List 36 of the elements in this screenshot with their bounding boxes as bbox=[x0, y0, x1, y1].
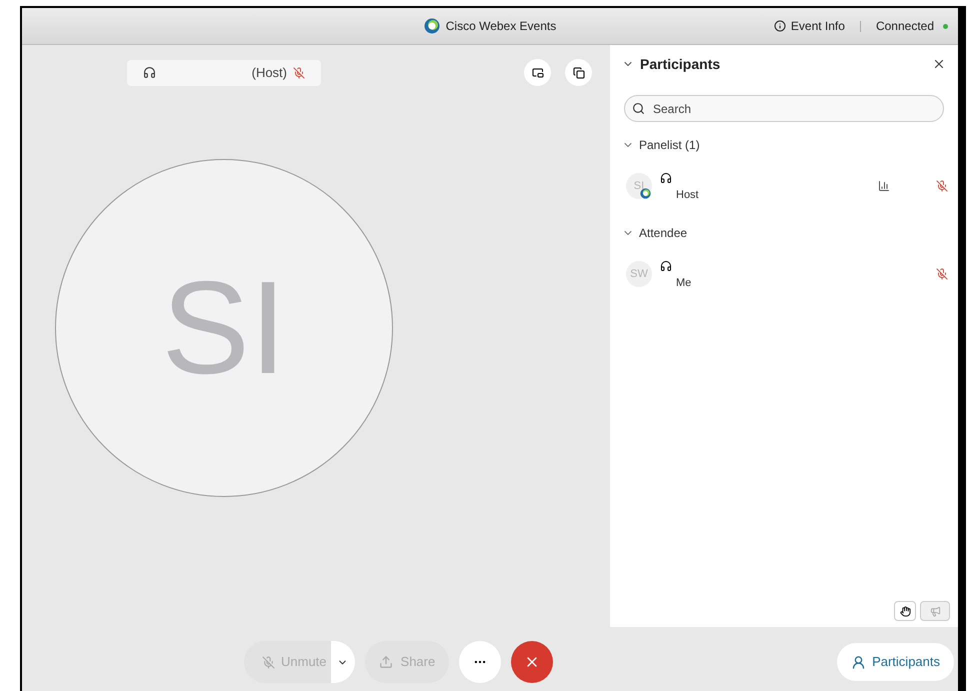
layout-button[interactable] bbox=[565, 59, 592, 86]
avatar: SI bbox=[55, 159, 393, 497]
speaker-role: (Host) bbox=[252, 64, 287, 82]
headset-icon bbox=[660, 260, 672, 272]
muted-mic-icon[interactable] bbox=[936, 268, 948, 280]
close-icon[interactable] bbox=[932, 57, 946, 71]
headset-icon bbox=[143, 66, 156, 79]
search-icon bbox=[632, 102, 645, 115]
leave-button[interactable] bbox=[511, 641, 554, 683]
headset-icon bbox=[660, 172, 672, 184]
overlapping-squares-icon bbox=[572, 66, 584, 78]
upload-icon bbox=[378, 655, 393, 669]
muted-mic-icon[interactable] bbox=[936, 180, 948, 192]
group-label: Attendee bbox=[639, 225, 688, 242]
participants-button[interactable]: Participants bbox=[837, 643, 954, 681]
participant-role: Host bbox=[676, 188, 699, 203]
megaphone-icon bbox=[930, 606, 940, 616]
info-icon bbox=[774, 20, 786, 32]
connection-status: Connected bbox=[876, 18, 934, 35]
webex-logo-icon bbox=[424, 18, 440, 34]
group-header[interactable]: Attendee bbox=[610, 216, 958, 250]
event-info-button[interactable]: Event Info bbox=[774, 17, 845, 35]
person-icon bbox=[851, 654, 866, 670]
presenter-badge-icon bbox=[640, 188, 651, 199]
participant-role: Me bbox=[676, 276, 692, 291]
panel-title: Participants bbox=[640, 54, 720, 74]
hand-icon bbox=[900, 606, 910, 616]
picture-in-picture-button[interactable] bbox=[524, 59, 551, 86]
muted-mic-icon bbox=[262, 656, 275, 668]
picture-in-picture-icon bbox=[532, 66, 544, 78]
group-label: Panelist (1) bbox=[639, 137, 700, 154]
window-title: Cisco Webex Events bbox=[446, 18, 556, 35]
search-field[interactable]: Search bbox=[624, 95, 944, 122]
group-header[interactable]: Panelist (1) bbox=[610, 128, 958, 162]
avatar: SW bbox=[626, 261, 652, 287]
raise-hand-button[interactable] bbox=[894, 601, 916, 621]
